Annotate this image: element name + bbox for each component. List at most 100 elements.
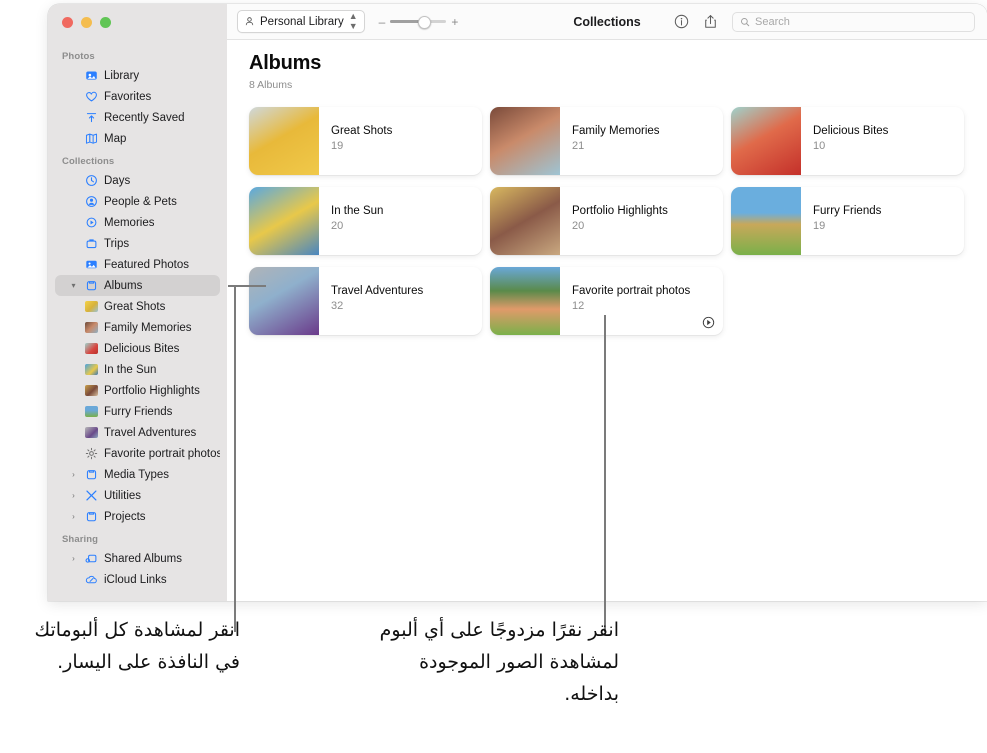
album-folder-icon xyxy=(84,279,98,293)
zoom-button[interactable] xyxy=(100,16,111,28)
album-title: Travel Adventures xyxy=(331,285,424,297)
sidebar-album-family-memories[interactable]: Family Memories xyxy=(55,317,220,338)
sidebar-album-portfolio-highlights[interactable]: Portfolio Highlights xyxy=(55,380,220,401)
sidebar-album-in-the-sun[interactable]: In the Sun xyxy=(55,359,220,380)
sidebar-item-label: Favorites xyxy=(104,90,152,103)
utilities-icon xyxy=(84,489,98,503)
sidebar-album-furry-friends[interactable]: Furry Friends xyxy=(55,401,220,422)
window-controls[interactable] xyxy=(62,16,111,28)
album-thumb-icon xyxy=(85,427,98,438)
album-card[interactable]: Furry Friends 19 xyxy=(731,187,964,255)
sidebar-item-label: Map xyxy=(104,132,127,145)
album-card[interactable]: In the Sun 20 xyxy=(249,187,482,255)
sidebar-album-travel-adventures[interactable]: Travel Adventures xyxy=(55,422,220,443)
callout-line-right-vertical xyxy=(604,315,606,632)
close-button[interactable] xyxy=(62,16,73,28)
album-card[interactable]: Family Memories 21 xyxy=(490,107,723,175)
album-card-meta: Travel Adventures 32 xyxy=(319,267,482,335)
sidebar-item-label: In the Sun xyxy=(104,363,157,376)
sidebar-item-label: Projects xyxy=(104,510,146,523)
sidebar-item-label: Recently Saved xyxy=(104,111,185,124)
album-thumbnail xyxy=(249,107,319,175)
album-thumb-icon xyxy=(85,343,98,354)
sidebar-item-media-types[interactable]: › Media Types xyxy=(55,464,220,485)
sidebar-item-albums[interactable]: ▾ Albums xyxy=(55,275,220,296)
sidebar-item-people-pets[interactable]: People & Pets xyxy=(55,191,220,212)
zoom-slider-control[interactable]: – + xyxy=(379,15,458,29)
zoom-in-label[interactable]: + xyxy=(451,15,458,29)
album-title: Portfolio Highlights xyxy=(572,205,668,217)
sidebar-item-label: Media Types xyxy=(104,468,169,481)
album-title: Favorite portrait photos xyxy=(572,285,691,297)
clock-icon xyxy=(84,174,98,188)
suitcase-icon xyxy=(84,237,98,251)
sidebar-section-photos-title: Photos xyxy=(62,51,95,62)
sidebar-item-label: Furry Friends xyxy=(104,405,173,418)
recently-saved-icon xyxy=(84,111,98,125)
sidebar-item-label: Trips xyxy=(104,237,130,250)
album-count: 21 xyxy=(572,140,585,152)
album-thumb-icon xyxy=(85,406,98,417)
chevron-right-icon[interactable]: › xyxy=(69,470,78,479)
chevron-right-icon[interactable]: › xyxy=(69,554,78,563)
sidebar-item-days[interactable]: Days xyxy=(55,170,220,191)
album-thumbnail xyxy=(731,107,801,175)
album-title: In the Sun xyxy=(331,205,384,217)
share-icon[interactable] xyxy=(703,14,718,29)
smart-album-badge-icon xyxy=(702,316,715,329)
album-card[interactable]: Portfolio Highlights 20 xyxy=(490,187,723,255)
toolbar-actions: Search xyxy=(674,11,975,32)
album-card-meta: In the Sun 20 xyxy=(319,187,482,255)
album-card[interactable]: Delicious Bites 10 xyxy=(731,107,964,175)
album-thumb-icon xyxy=(85,364,98,375)
gear-icon xyxy=(85,447,98,461)
album-count: 19 xyxy=(813,220,826,232)
page-title: Albums xyxy=(249,52,322,74)
info-circle-icon[interactable] xyxy=(674,14,689,29)
annotation-left: انقر لمشاهدة كل ألبوماتك في النافذة على … xyxy=(34,619,240,673)
album-count: 20 xyxy=(572,220,585,232)
photos-app-window: Personal Library ▲ ▼ – + Collections Sea… xyxy=(48,4,987,601)
album-card[interactable]: Great Shots 19 xyxy=(249,107,482,175)
sidebar-item-label: Utilities xyxy=(104,489,142,502)
search-input[interactable]: Search xyxy=(732,11,975,32)
album-title: Family Memories xyxy=(572,125,660,137)
zoom-out-label[interactable]: – xyxy=(379,15,386,29)
album-card[interactable]: Travel Adventures 32 xyxy=(249,267,482,335)
album-title: Great Shots xyxy=(331,125,393,137)
sidebar-item-memories[interactable]: Memories xyxy=(55,212,220,233)
album-folder-icon xyxy=(84,510,98,524)
sidebar-section-sharing-title: Sharing xyxy=(62,534,99,545)
library-selector[interactable]: Personal Library ▲ ▼ xyxy=(237,10,365,33)
album-thumbnail xyxy=(490,267,560,335)
album-card-meta: Favorite portrait photos 12 xyxy=(560,267,723,335)
album-count: 19 xyxy=(331,140,344,152)
sidebar-item-favorites[interactable]: Favorites xyxy=(55,86,220,107)
album-count: 20 xyxy=(331,220,344,232)
albums-grid: Great Shots 19 Family Memories 21 Delici… xyxy=(227,99,987,335)
sidebar-item-map[interactable]: Map xyxy=(55,128,220,149)
sidebar-album-favorite-portrait-photos[interactable]: Favorite portrait photos xyxy=(55,443,220,464)
zoom-slider-thumb[interactable] xyxy=(418,16,432,29)
chevron-right-icon[interactable]: › xyxy=(69,491,78,500)
sidebar-item-shared-albums[interactable]: › Shared Albums xyxy=(55,548,220,569)
sidebar-item-featured-photos[interactable]: Featured Photos xyxy=(55,254,220,275)
sidebar-item-trips[interactable]: Trips xyxy=(55,233,220,254)
toolbar: Personal Library ▲ ▼ – + Collections Sea… xyxy=(227,4,987,40)
album-card-meta: Family Memories 21 xyxy=(560,107,723,175)
sidebar-item-utilities[interactable]: › Utilities xyxy=(55,485,220,506)
album-card[interactable]: Favorite portrait photos 12 xyxy=(490,267,723,335)
sidebar-item-library[interactable]: Library xyxy=(55,65,220,86)
album-folder-icon xyxy=(84,468,98,482)
zoom-slider[interactable] xyxy=(390,16,447,29)
sidebar-item-projects[interactable]: › Projects xyxy=(55,506,220,527)
album-count: 12 xyxy=(572,300,585,312)
sidebar-album-delicious-bites[interactable]: Delicious Bites xyxy=(55,338,220,359)
sidebar-item-icloud-links[interactable]: iCloud Links xyxy=(55,569,220,590)
sidebar-item-recently-saved[interactable]: Recently Saved xyxy=(55,107,220,128)
chevron-down-icon[interactable]: ▾ xyxy=(69,281,78,290)
chevron-right-icon[interactable]: › xyxy=(69,512,78,521)
minimize-button[interactable] xyxy=(81,16,92,28)
sidebar-album-great-shots[interactable]: Great Shots xyxy=(55,296,220,317)
album-count: 10 xyxy=(813,140,826,152)
